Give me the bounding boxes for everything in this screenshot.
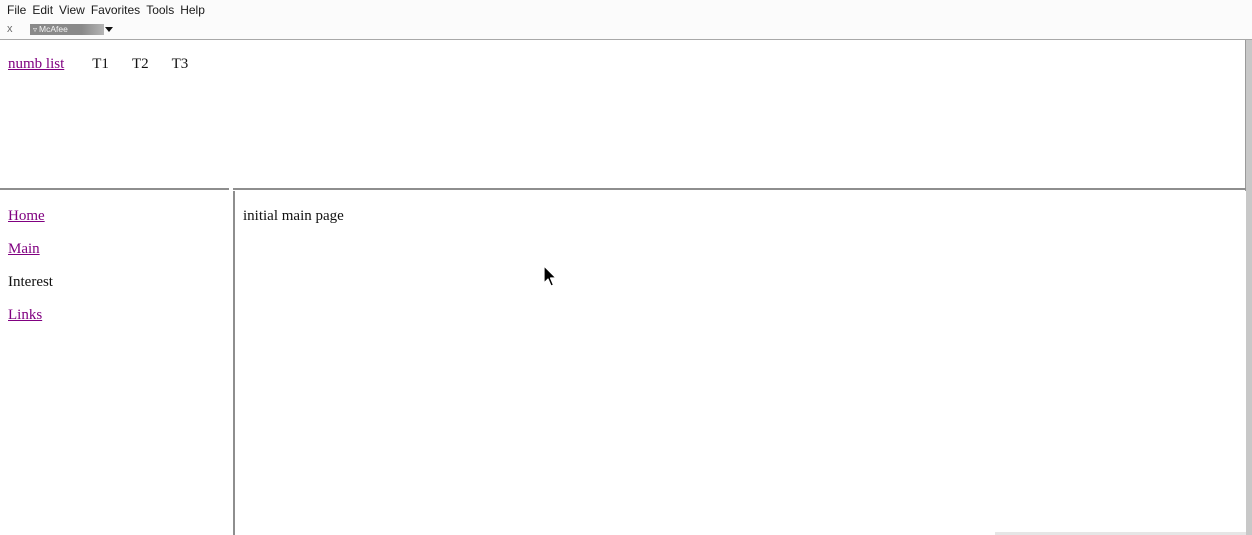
horizontal-frame-divider[interactable] bbox=[0, 188, 1246, 190]
chevron-down-icon[interactable] bbox=[105, 26, 113, 32]
mcafee-label: McAfee bbox=[39, 24, 68, 34]
addon-toolbar: x ▿ McAfee bbox=[7, 22, 113, 36]
tab-t3: T3 bbox=[171, 56, 189, 72]
close-toolbar-icon[interactable]: x bbox=[7, 22, 21, 36]
main-page-text: initial main page bbox=[243, 208, 344, 224]
menu-bar: File Edit View Favorites Tools Help bbox=[7, 3, 208, 18]
menu-file[interactable]: File bbox=[7, 3, 29, 18]
top-nav: numb list T1 T2 T3 bbox=[8, 56, 211, 73]
nav-link-home[interactable]: Home bbox=[8, 208, 53, 225]
top-frame: numb list T1 T2 T3 bbox=[0, 40, 1246, 188]
tab-t1: T1 bbox=[92, 56, 109, 72]
nav-link-links[interactable]: Links bbox=[8, 307, 53, 324]
menu-tools[interactable]: Tools bbox=[143, 3, 177, 18]
tab-t2: T2 bbox=[131, 56, 149, 72]
left-nav-list: Home Main Interest Links bbox=[8, 208, 53, 340]
menu-view[interactable]: View bbox=[56, 3, 88, 18]
menu-help[interactable]: Help bbox=[177, 3, 208, 18]
main-frame: initial main page bbox=[235, 191, 1246, 535]
left-nav-frame: Home Main Interest Links bbox=[0, 191, 233, 535]
browser-chrome: File Edit View Favorites Tools Help x ▿ … bbox=[0, 0, 1252, 40]
mouse-pointer-icon bbox=[543, 265, 557, 287]
menu-edit[interactable]: Edit bbox=[29, 3, 56, 18]
numb-list-link[interactable]: numb list bbox=[8, 56, 64, 73]
browser-window: File Edit View Favorites Tools Help x ▿ … bbox=[0, 0, 1252, 535]
nav-item-interest: Interest bbox=[8, 274, 53, 290]
mcafee-shield-icon: ▿ bbox=[33, 24, 38, 34]
mcafee-addon-button[interactable]: ▿ McAfee bbox=[30, 23, 113, 35]
mcafee-button-body[interactable]: ▿ McAfee bbox=[30, 23, 104, 35]
vertical-scrollbar[interactable] bbox=[1245, 40, 1252, 535]
nav-link-main[interactable]: Main bbox=[8, 241, 53, 258]
menu-favorites[interactable]: Favorites bbox=[88, 3, 143, 18]
